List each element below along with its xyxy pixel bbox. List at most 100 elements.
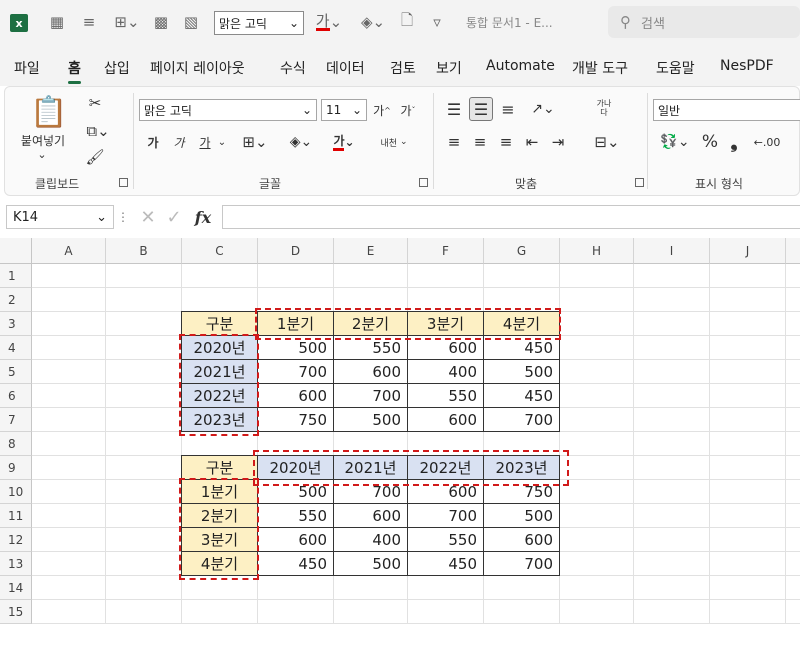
increase-indent-icon[interactable]: ⇥ — [547, 131, 569, 153]
table2-column-header[interactable]: 2022년 — [407, 455, 484, 480]
customize-qat-icon[interactable]: ▿ — [426, 10, 448, 34]
table1-row-header[interactable]: 2023년 — [181, 407, 258, 432]
select-all-corner[interactable] — [0, 238, 32, 264]
table2-column-header[interactable]: 2021년 — [333, 455, 408, 480]
comma-button[interactable]: ❟ — [725, 131, 743, 153]
table2-column-header[interactable]: 2020년 — [257, 455, 334, 480]
font-launcher-icon[interactable] — [419, 178, 428, 187]
table1-value-cell[interactable]: 450 — [483, 383, 560, 408]
percent-button[interactable]: % — [699, 131, 721, 153]
table2-value-cell[interactable]: 450 — [407, 551, 484, 576]
tab-automate[interactable]: Automate — [486, 58, 555, 74]
row-header-12[interactable]: 12 — [0, 528, 32, 552]
table2-value-cell[interactable]: 500 — [257, 479, 334, 504]
table1-value-cell[interactable]: 750 — [257, 407, 334, 432]
number-format-combo[interactable]: 일반 — [653, 99, 800, 121]
column-header-partial[interactable] — [786, 238, 800, 264]
phonetic-guide-button[interactable]: 내천 ⌄ — [371, 131, 417, 153]
table2-value-cell[interactable]: 600 — [483, 527, 560, 552]
table2-value-cell[interactable]: 550 — [407, 527, 484, 552]
table1-column-header[interactable]: 2분기 — [333, 311, 408, 336]
column-header-d[interactable]: D — [258, 238, 334, 264]
table1-value-cell[interactable]: 400 — [407, 359, 484, 384]
merge-icon[interactable]: ▩ — [150, 10, 172, 34]
row-header-14[interactable]: 14 — [0, 576, 32, 600]
table2-row-header[interactable]: 2분기 — [181, 503, 258, 528]
copy-icon[interactable]: ⧉⌄ — [83, 121, 113, 141]
column-header-a[interactable]: A — [32, 238, 106, 264]
underline-button[interactable]: 가 — [195, 131, 215, 153]
table1-value-cell[interactable]: 550 — [407, 383, 484, 408]
borders-icon[interactable]: ⊞⌄ — [237, 131, 273, 153]
align-center-icon[interactable]: ≡ — [469, 131, 491, 153]
table1-value-cell[interactable]: 600 — [407, 407, 484, 432]
format-painter-icon[interactable]: 🖌 — [85, 147, 105, 167]
table1-row-header[interactable]: 2020년 — [181, 335, 258, 360]
table2-value-cell[interactable]: 600 — [257, 527, 334, 552]
table2-value-cell[interactable]: 700 — [483, 551, 560, 576]
table1-value-cell[interactable]: 700 — [483, 407, 560, 432]
tab-help[interactable]: 도움말 — [656, 58, 695, 78]
row-header-8[interactable]: 8 — [0, 432, 32, 456]
increase-font-icon[interactable]: 가 ^ — [371, 99, 393, 121]
decrease-font-icon[interactable]: 가ˇ — [397, 99, 419, 121]
align-right-icon[interactable]: ≡ — [495, 131, 517, 153]
tab-data[interactable]: 데이터 — [326, 58, 365, 78]
table1-value-cell[interactable]: 700 — [333, 383, 408, 408]
worksheet-grid[interactable]: A B C D E F G H I J 1 2 3 4 5 6 7 8 9 10 11 12 13 14 15 구분 1분기 2분기 3… — [0, 238, 800, 650]
column-header-g[interactable]: G — [484, 238, 560, 264]
borders-icon[interactable]: ⊞⌄ — [110, 10, 144, 34]
tab-file[interactable]: 파일 — [14, 58, 40, 78]
formula-input[interactable] — [222, 205, 800, 229]
column-header-c[interactable]: C — [182, 238, 258, 264]
column-header-f[interactable]: F — [408, 238, 484, 264]
currency-icon[interactable]: 💱⌄ — [657, 131, 693, 153]
table2-row-header[interactable]: 4분기 — [181, 551, 258, 576]
table1-value-cell[interactable]: 500 — [333, 407, 408, 432]
table2-value-cell[interactable]: 600 — [407, 479, 484, 504]
center-across-icon[interactable]: ▧ — [180, 10, 202, 34]
tab-nespdf[interactable]: NesPDF — [720, 58, 774, 74]
align-left-icon[interactable]: ≡ — [443, 131, 465, 153]
tab-review[interactable]: 검토 — [390, 58, 416, 78]
table1-column-header[interactable]: 1분기 — [257, 311, 334, 336]
table2-column-header[interactable]: 2023년 — [483, 455, 560, 480]
table1-corner-cell[interactable]: 구분 — [181, 311, 258, 336]
row-header-4[interactable]: 4 — [0, 336, 32, 360]
row-header-10[interactable]: 10 — [0, 480, 32, 504]
table1-column-header[interactable]: 4분기 — [483, 311, 560, 336]
font-name-combo[interactable]: 맑은 고딕 ⌄ — [139, 99, 317, 121]
table2-corner-cell[interactable]: 구분 — [181, 455, 258, 480]
table1-row-header[interactable]: 2022년 — [181, 383, 258, 408]
column-header-j[interactable]: J — [710, 238, 786, 264]
paste-chevron-down-icon[interactable]: ⌄ — [35, 147, 49, 161]
orientation-icon[interactable]: ↗⌄ — [525, 97, 561, 121]
tab-insert[interactable]: 삽입 — [104, 58, 130, 78]
align-middle-icon[interactable]: ☰ — [469, 97, 493, 121]
tab-developer[interactable]: 개발 도구 — [572, 58, 628, 78]
form-icon[interactable]: ▦ — [46, 10, 68, 34]
tab-home[interactable]: 홈 — [68, 58, 81, 84]
table1-value-cell[interactable]: 500 — [257, 335, 334, 360]
tab-page-layout[interactable]: 페이지 레이아웃 — [150, 58, 245, 78]
table2-value-cell[interactable]: 450 — [257, 551, 334, 576]
cut-icon[interactable]: ✂ — [85, 93, 105, 113]
row-header-2[interactable]: 2 — [0, 288, 32, 312]
row-header-5[interactable]: 5 — [0, 360, 32, 384]
row-header-6[interactable]: 6 — [0, 384, 32, 408]
table2-value-cell[interactable]: 500 — [483, 503, 560, 528]
search-box[interactable]: ⚲ 검색 — [608, 6, 800, 38]
qat-font-dropdown[interactable]: 맑은 고딕 ⌄ — [214, 11, 304, 35]
row-header-1[interactable]: 1 — [0, 264, 32, 288]
table2-row-header[interactable]: 3분기 — [181, 527, 258, 552]
new-file-icon[interactable]: 🗋 — [396, 10, 418, 34]
table2-value-cell[interactable]: 550 — [257, 503, 334, 528]
column-header-i[interactable]: I — [634, 238, 710, 264]
fill-color-icon[interactable]: ◈⌄ — [356, 10, 390, 34]
table2-value-cell[interactable]: 500 — [333, 551, 408, 576]
tab-view[interactable]: 보기 — [436, 58, 462, 78]
bold-button[interactable]: 가 — [143, 131, 163, 153]
table1-value-cell[interactable]: 600 — [407, 335, 484, 360]
table1-value-cell[interactable]: 700 — [257, 359, 334, 384]
underline-chevron-icon[interactable]: ⌄ — [215, 131, 229, 153]
